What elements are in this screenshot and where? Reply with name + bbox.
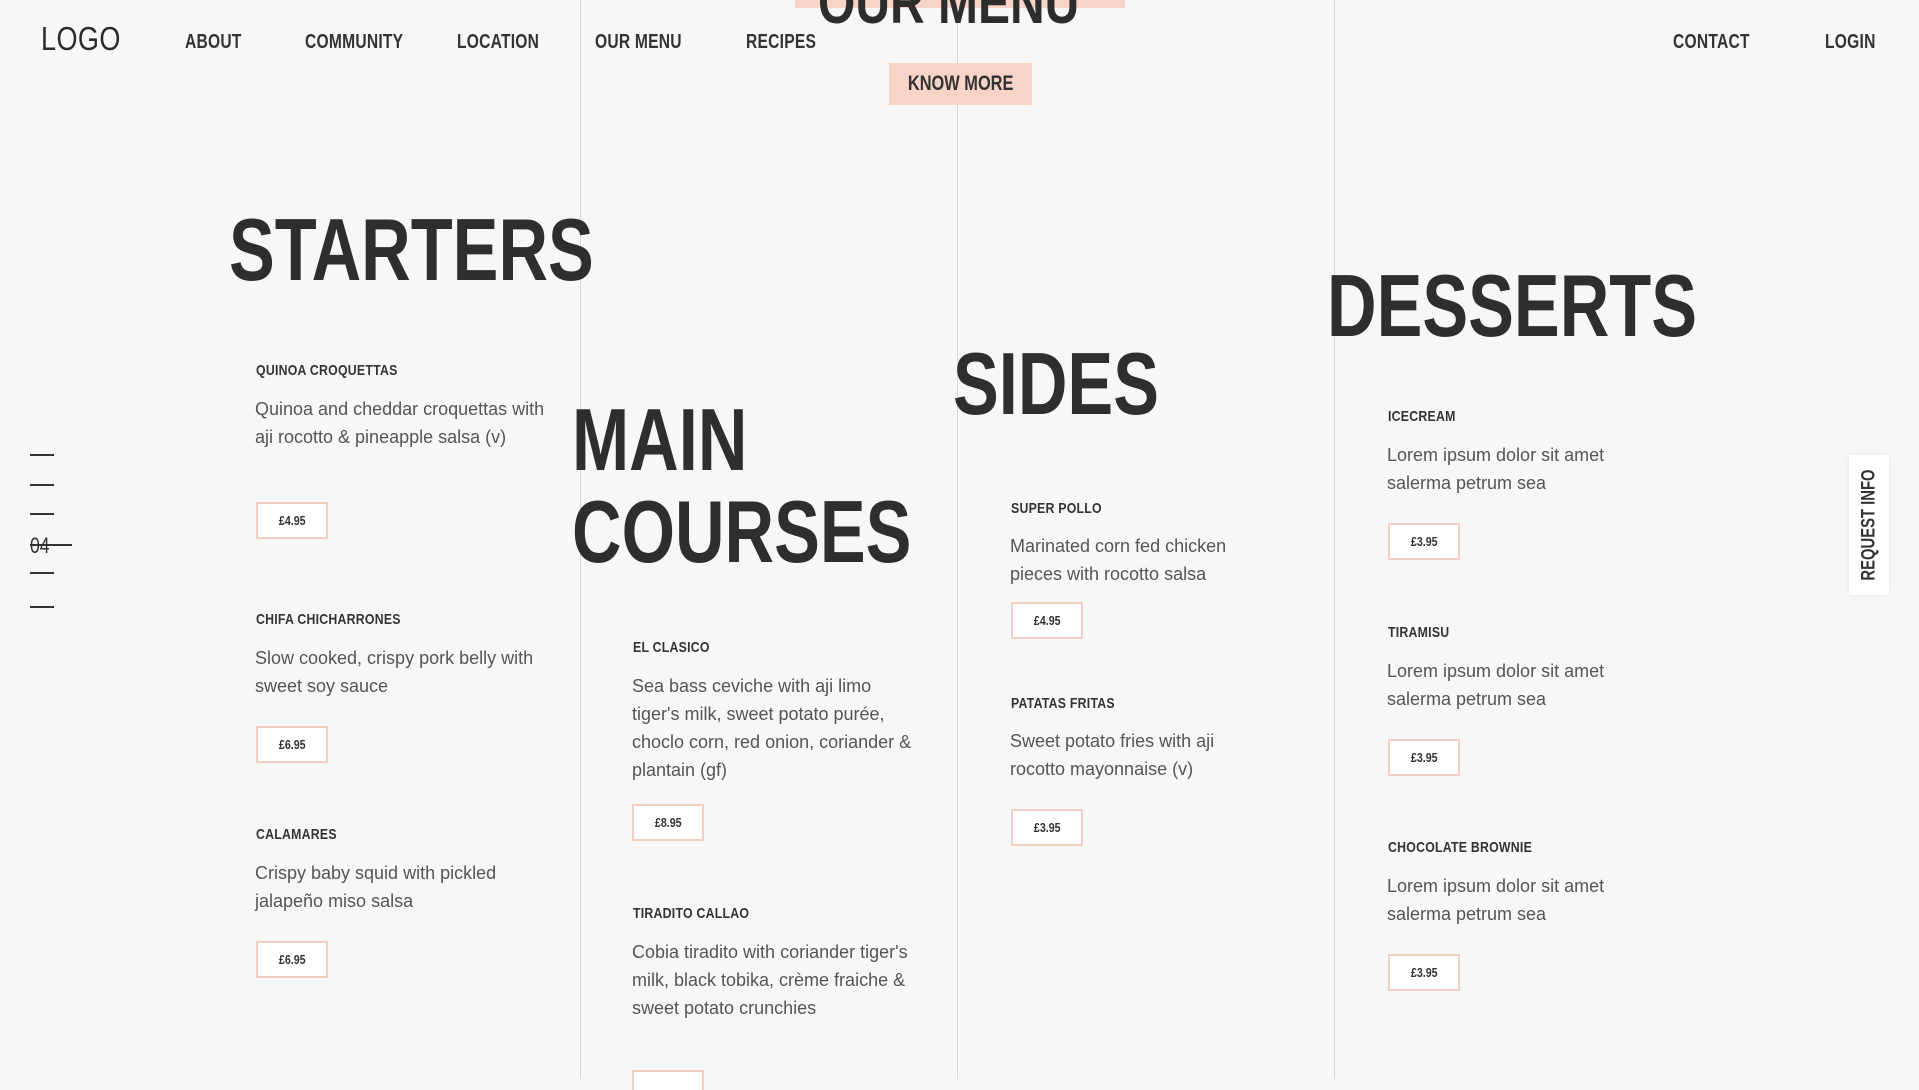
price-label: £3.95 — [1033, 820, 1061, 835]
price-label: £6.95 — [278, 952, 306, 967]
price-button[interactable]: £8.95 — [632, 804, 704, 841]
price-label: £6.95 — [278, 737, 306, 752]
menu-item-description: Cobia tiradito with coriander tiger's mi… — [632, 942, 908, 1018]
nav-location[interactable]: LOCATION — [457, 31, 539, 54]
sides-heading: SIDES — [953, 334, 1159, 433]
column-divider — [957, 0, 958, 1079]
starters-heading: STARTERS — [229, 200, 594, 299]
menu-item-description: Sea bass ceviche with aji limo tiger's m… — [632, 676, 912, 780]
menu-item-name: ICECREAM — [1388, 408, 1456, 425]
nav-recipes[interactable]: RECIPES — [746, 31, 816, 54]
menu-item-description: Slow cooked, crispy pork belly with swee… — [255, 648, 534, 696]
pager-dash-6[interactable] — [30, 606, 54, 608]
nav-contact[interactable]: CONTACT — [1673, 31, 1750, 54]
menu-item-description: Crispy baby squid with pickled jalapeño … — [255, 863, 497, 911]
menu-item-name: TIRAMISU — [1388, 624, 1450, 641]
price-label: £4.95 — [1033, 613, 1061, 628]
menu-item-name: CALAMARES — [256, 826, 337, 843]
price-button[interactable]: £4.95 — [256, 502, 328, 539]
price-button-partial[interactable] — [632, 1070, 704, 1090]
menu-item-name: PATATAS FRITAS — [1011, 695, 1115, 712]
price-label: £3.95 — [1410, 750, 1438, 765]
menu-item-description: Quinoa and cheddar croquettas with aji r… — [255, 399, 545, 447]
menu-item-description: Lorem ipsum dolor sit amet salerma petru… — [1387, 445, 1605, 493]
nav-about[interactable]: ABOUT — [185, 31, 242, 54]
page-title: OUR MENU — [818, 0, 1080, 36]
request-info-tab[interactable]: REQUEST INFO — [1849, 455, 1889, 595]
menu-item-description: Lorem ipsum dolor sit amet salerma petru… — [1387, 876, 1605, 924]
menu-item-name: SUPER POLLO — [1011, 500, 1102, 517]
menu-item-name: CHIFA CHICHARRONES — [256, 611, 401, 628]
pager-dash-3[interactable] — [30, 513, 54, 515]
menu-item-name: CHOCOLATE BROWNIE — [1388, 839, 1533, 856]
menu-item-name: TIRADITO CALLAO — [633, 905, 750, 922]
pager-dash-5[interactable] — [30, 572, 54, 574]
price-label: £3.95 — [1410, 534, 1438, 549]
price-label: £8.95 — [654, 815, 682, 830]
price-button[interactable]: £3.95 — [1388, 523, 1460, 560]
pager-current-number: 04 — [30, 533, 50, 559]
menu-item-description: Marinated corn fed chicken pieces with r… — [1010, 536, 1227, 584]
nav-our-menu[interactable]: OUR MENU — [595, 31, 682, 54]
menu-item-description: Sweet potato fries with aji rocotto mayo… — [1010, 731, 1215, 779]
main-courses-heading-line2: COURSES — [572, 482, 912, 581]
price-button[interactable]: £3.95 — [1011, 809, 1083, 846]
menu-item-description: Lorem ipsum dolor sit amet salerma petru… — [1387, 661, 1605, 709]
price-button[interactable]: £6.95 — [256, 941, 328, 978]
price-button[interactable]: £4.95 — [1011, 602, 1083, 639]
logo[interactable]: LOGO — [41, 20, 121, 58]
nav-login[interactable]: LOGIN — [1825, 31, 1876, 54]
desserts-heading: DESSERTS — [1327, 256, 1697, 355]
request-info-label: REQUEST INFO — [1858, 469, 1880, 581]
price-button[interactable]: £3.95 — [1388, 954, 1460, 991]
main-courses-heading-line1: MAIN — [572, 390, 748, 489]
know-more-label: KNOW MORE — [907, 72, 1014, 95]
price-label: £3.95 — [1410, 965, 1438, 980]
menu-item-name: QUINOA CROQUETTAS — [256, 362, 398, 379]
pager-dash-1[interactable] — [30, 454, 54, 456]
price-label: £4.95 — [278, 513, 306, 528]
pager-dash-2[interactable] — [30, 484, 54, 486]
nav-community[interactable]: COMMUNITY — [305, 31, 403, 54]
column-divider — [1334, 0, 1335, 1079]
price-button[interactable]: £6.95 — [256, 726, 328, 763]
know-more-button[interactable]: KNOW MORE — [889, 63, 1032, 105]
menu-item-name: EL CLASICO — [633, 639, 710, 656]
pager-current-marker — [30, 544, 72, 546]
price-button[interactable]: £3.95 — [1388, 739, 1460, 776]
